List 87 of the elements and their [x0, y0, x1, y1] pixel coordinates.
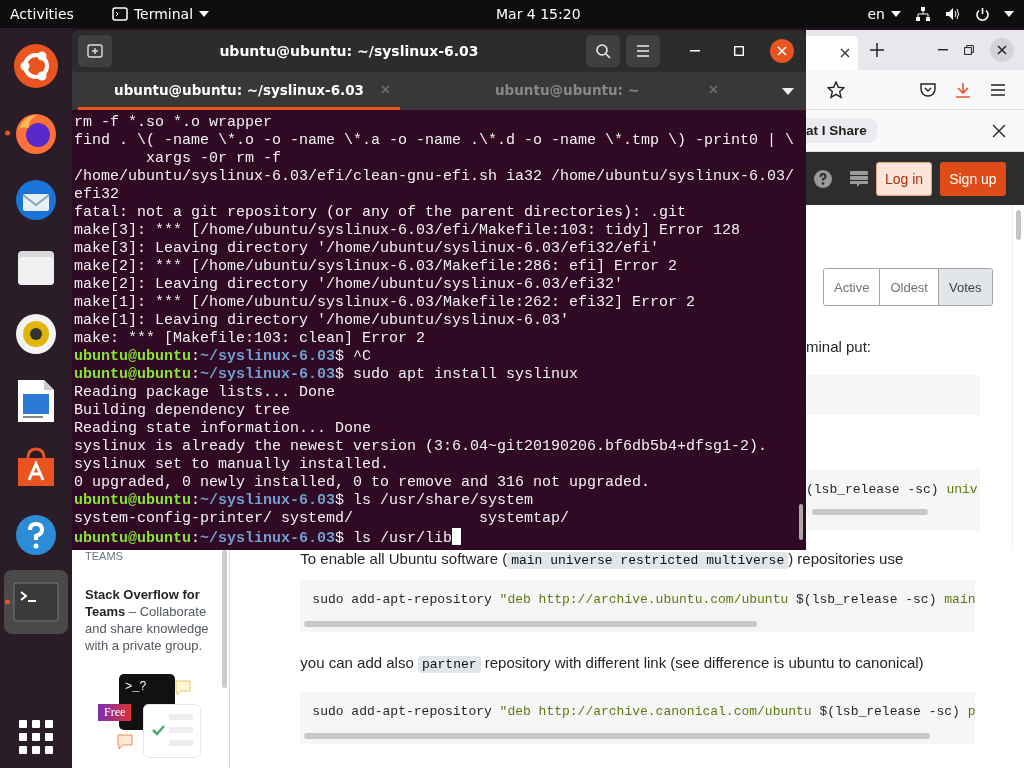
- answer-text: To enable all Ubuntu software ( main universe restricted multiverse ) repositories use: [300, 550, 904, 570]
- scrollbar-thumb[interactable]: [304, 733, 931, 739]
- menu-icon[interactable]: [991, 83, 1005, 96]
- terminal-output-line: make[1]: Leaving directory '/home/ubuntu/syslinux-6.03': [74, 312, 570, 330]
- help-icon[interactable]: [14, 512, 58, 557]
- new-tab-icon: [87, 43, 103, 59]
- terminal-output-line: Reading package lists... Done: [74, 384, 336, 402]
- minimize-icon[interactable]: [938, 49, 948, 51]
- terminal-output-line: syslinux set to manually installed.: [74, 456, 390, 474]
- terminal-prompt-line: ubuntu@ubuntu:~/syslinux-6.03$ ^C: [74, 348, 372, 366]
- terminal-prompt-line: ubuntu@ubuntu:~/syslinux-6.03$ sudo apt install syslinux: [74, 366, 579, 384]
- code-line: (lsb_release -sc) univ: [806, 482, 978, 497]
- pocket-icon[interactable]: [920, 82, 936, 97]
- terminal-output-line: xargs -0r rm -f: [145, 150, 282, 168]
- search-button[interactable]: [586, 35, 620, 67]
- terminal-output-line: make[1]: *** [/home/ubuntu/syslinux-6.03/Makefile:262: efi32] Error 2: [74, 294, 696, 312]
- terminal-output-line: 0 upgraded, 0 newly installed, 0 to remove and 316 not upgraded.: [74, 474, 651, 492]
- terminal-output-line: Building dependency tree: [74, 402, 291, 420]
- terminal-tab[interactable]: ubuntu@ubuntu: ~/syslinux-6.03: [78, 72, 400, 110]
- sign-up-button[interactable]: Sign up: [940, 161, 1006, 196]
- network-icon[interactable]: [915, 6, 931, 22]
- teams-promo-text: Stack Overflow for Teams – Collaborate and share knowledge with a private group.: [85, 586, 210, 654]
- terminal-output-line: Reading state information... Done: [74, 420, 372, 438]
- terminal-prompt-line: ubuntu@ubuntu:~/syslinux-6.03$ ls /usr/lib: [74, 528, 462, 548]
- tab-list-caret-icon[interactable]: [782, 87, 794, 95]
- terminal-output-line: fatal: not a git repository (or any of the parent directories): .git: [74, 204, 687, 222]
- speech-bubble-icon: [117, 734, 133, 750]
- volume-icon[interactable]: [945, 7, 961, 21]
- maximize-icon: [734, 46, 744, 56]
- restore-icon[interactable]: [964, 45, 974, 55]
- download-icon[interactable]: [955, 81, 971, 98]
- terminal-icon: [111, 7, 128, 21]
- clock[interactable]: Mar 4 15:20: [496, 6, 581, 22]
- app-grid-icon[interactable]: [19, 720, 53, 754]
- power-icon[interactable]: [975, 6, 990, 22]
- scrollbar-thumb[interactable]: [799, 504, 803, 540]
- search-icon: [595, 43, 611, 59]
- document-icon[interactable]: [16, 377, 56, 424]
- free-badge: Free: [98, 704, 132, 721]
- terminal-output-line: make[2]: *** [/home/ubuntu/syslinux-6.03/Makefile:286: efi] Error 2: [74, 258, 678, 276]
- window-title: ubuntu@ubuntu: ~/syslinux-6.03: [218, 43, 480, 59]
- scrollbar-thumb[interactable]: [812, 509, 928, 515]
- new-tab-icon[interactable]: [870, 43, 884, 57]
- scrollbar-thumb[interactable]: [1016, 210, 1021, 240]
- input-source-menu[interactable]: en: [867, 6, 901, 22]
- close-icon[interactable]: [992, 123, 1006, 138]
- close-button[interactable]: [770, 39, 794, 63]
- answer-text: you can add also partner repository with different link (see difference is ubuntu to canonical): [300, 654, 924, 674]
- caret-icon: [891, 11, 901, 17]
- minimize-icon: [690, 50, 700, 52]
- chat-icon[interactable]: [850, 169, 868, 188]
- terminal-output-line: make[3]: *** [/home/ubuntu/syslinux-6.03/efi/Makefile:103: tidy] Error 128: [74, 222, 741, 240]
- terminal-app-icon[interactable]: [13, 582, 59, 622]
- terminal-output-line: syslinux is already the newest version (3:6.04~git20190206.bf6db5b4+dfsg1-2).: [74, 438, 768, 456]
- terminal-output-line: make: *** [Makefile:103: clean] Error 2: [74, 330, 426, 348]
- terminal-output-line: rm -f *.so *.o wrapper: [74, 114, 273, 132]
- caret-icon: [199, 11, 210, 17]
- terminal-output-line: find . \( -name \*.o -o -name \*.a -o -name .\*.d -o -name \*.tmp \) -print0 | \: [74, 132, 795, 150]
- speech-bubble-icon: [175, 680, 191, 696]
- new-tab-button[interactable]: [78, 35, 112, 67]
- log-in-button[interactable]: Log in: [876, 161, 933, 196]
- sort-tab[interactable]: Votes: [938, 269, 992, 305]
- bookmark-star-icon[interactable]: [827, 80, 845, 99]
- notification-text: at I Share: [806, 118, 877, 143]
- terminal-output-line: make[2]: Leaving directory '/home/ubuntu/syslinux-6.03/efi32': [74, 276, 624, 294]
- scrollbar-thumb[interactable]: [304, 621, 758, 627]
- code-line: sudo add-apt-repository "deb http://archive.ubuntu.com/ubuntu $(lsb_release -sc) main: [312, 592, 976, 607]
- close-icon[interactable]: [990, 38, 1014, 62]
- close-icon: [777, 46, 787, 56]
- terminal-output-line: efi32: [74, 186, 119, 204]
- scrollbar-thumb[interactable]: [222, 550, 228, 688]
- answer-text: minal put:: [806, 338, 873, 355]
- menu-button[interactable]: [626, 35, 660, 67]
- menu-icon: [636, 45, 650, 57]
- terminal-prompt-line: ubuntu@ubuntu:~/syslinux-6.03$ ls /usr/share/system: [74, 492, 534, 510]
- speaker-icon[interactable]: [14, 311, 58, 356]
- checklist-drawing: [143, 704, 201, 758]
- caret-icon[interactable]: [1004, 11, 1014, 17]
- code-line: sudo add-apt-repository "deb http://archive.canonical.com/ubuntu $(lsb_release -sc) p: [312, 704, 976, 719]
- ubuntu-logo-icon[interactable]: [13, 42, 59, 89]
- terminal-output-line: make[3]: Leaving directory '/home/ubuntu/syslinux-6.03/efi32/efi': [74, 240, 660, 258]
- terminal-output-line: system-config-printer/ systemd/ systemtap/: [74, 510, 570, 528]
- terminal-output-line: /home/ubuntu/syslinux-6.03/efi/clean-gnu-efi.sh ia32 /home/ubuntu/syslinux-6.03/: [74, 168, 795, 186]
- section-label: TEAMS: [85, 550, 124, 562]
- app-menu[interactable]: Terminal: [111, 6, 210, 22]
- activities-button[interactable]: Activities: [10, 6, 74, 22]
- close-tab-icon[interactable]: [840, 48, 850, 58]
